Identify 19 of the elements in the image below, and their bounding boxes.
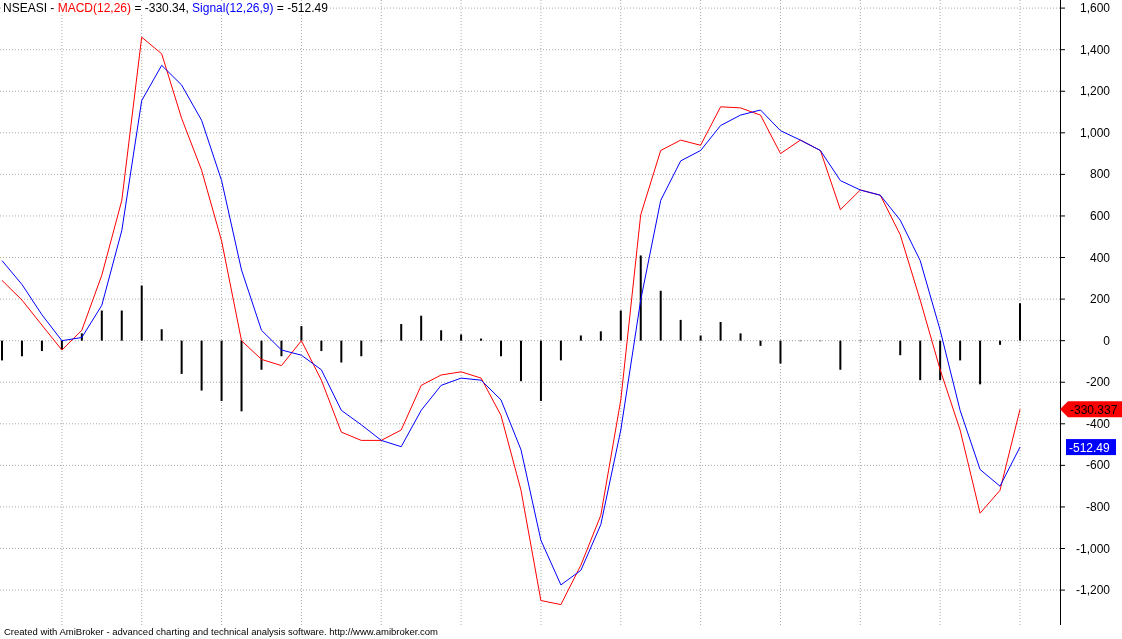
axis-tick-label: -1,200	[1075, 583, 1110, 598]
axis-tick-label: 400	[1089, 250, 1110, 265]
axis-tick-label: -200	[1085, 375, 1110, 390]
axis-tick-label: 600	[1089, 208, 1110, 223]
value-tag: -512.49	[1066, 439, 1116, 456]
axis-tick-label: 1,200	[1079, 84, 1110, 99]
axis-tick-label: 800	[1089, 167, 1110, 182]
axis-tick-label: 1,400	[1079, 42, 1110, 57]
axis-tick-label: 200	[1089, 292, 1110, 307]
axis-tick-label: -1,000	[1075, 541, 1110, 556]
axis-tick-label: -400	[1085, 416, 1110, 431]
axis-tick-label: -600	[1085, 458, 1110, 473]
axis-tick-label: 0	[1103, 333, 1110, 348]
chart-title: NSEASI - MACD(12,26) = -330.34, Signal(12,26,9) = -512.49	[3, 1, 330, 15]
value-tag: -330.337	[1060, 401, 1122, 418]
axis-tick-label: 1,000	[1079, 125, 1110, 140]
axis-tick-label: -800	[1085, 499, 1110, 514]
footer-credit: Created with AmiBroker - advanced charting and technical analysis software. http://www.amibroker.com	[3, 625, 440, 639]
axis-tick-label: 1,600	[1079, 1, 1110, 16]
